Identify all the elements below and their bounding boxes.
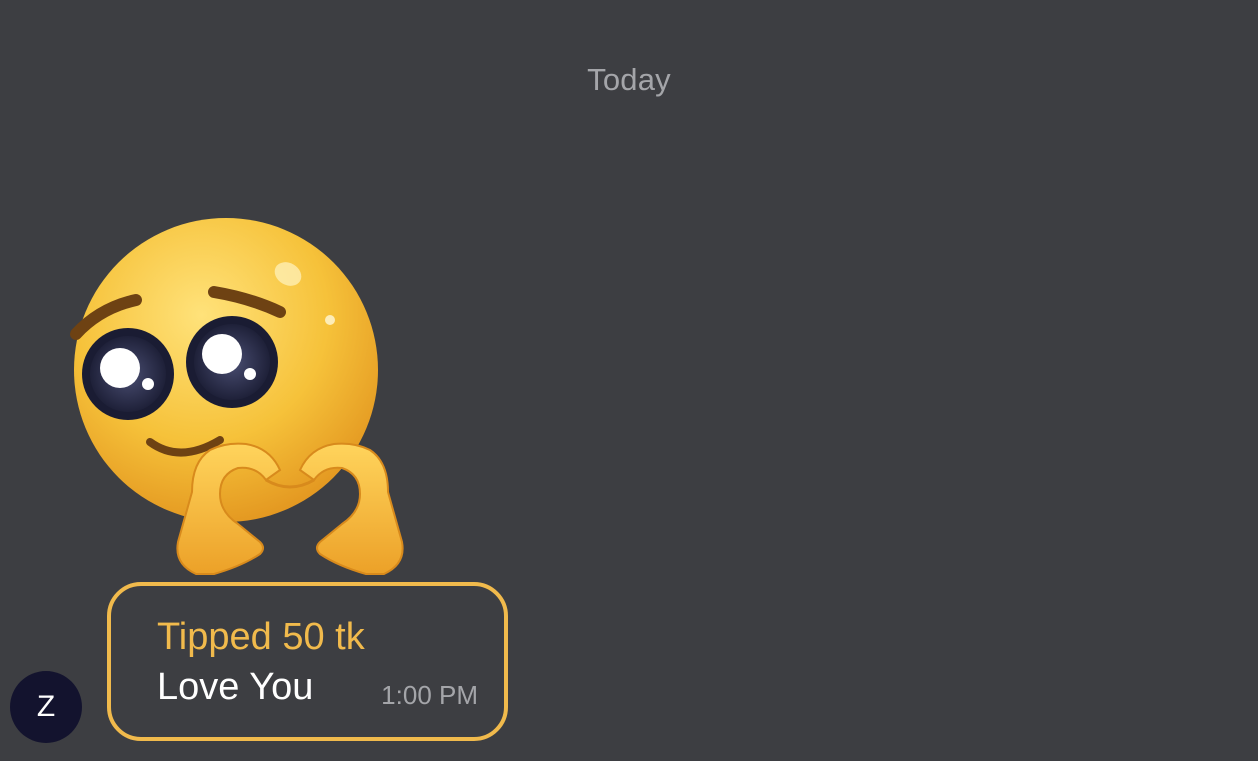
tip-message-bubble[interactable]: Tipped 50 tk Love You 1:00 PM — [107, 582, 508, 741]
date-separator: Today — [587, 62, 671, 97]
avatar[interactable]: Z — [10, 671, 82, 743]
tip-amount: Tipped 50 tk — [157, 616, 365, 658]
message-timestamp: 1:00 PM — [381, 680, 478, 710]
chat-area: Today Z Tipped 50 tk Love You 1:00 PM — [0, 0, 1258, 761]
message-text: Love You — [157, 666, 314, 708]
pleading-face-heart-hands-icon — [70, 212, 430, 592]
